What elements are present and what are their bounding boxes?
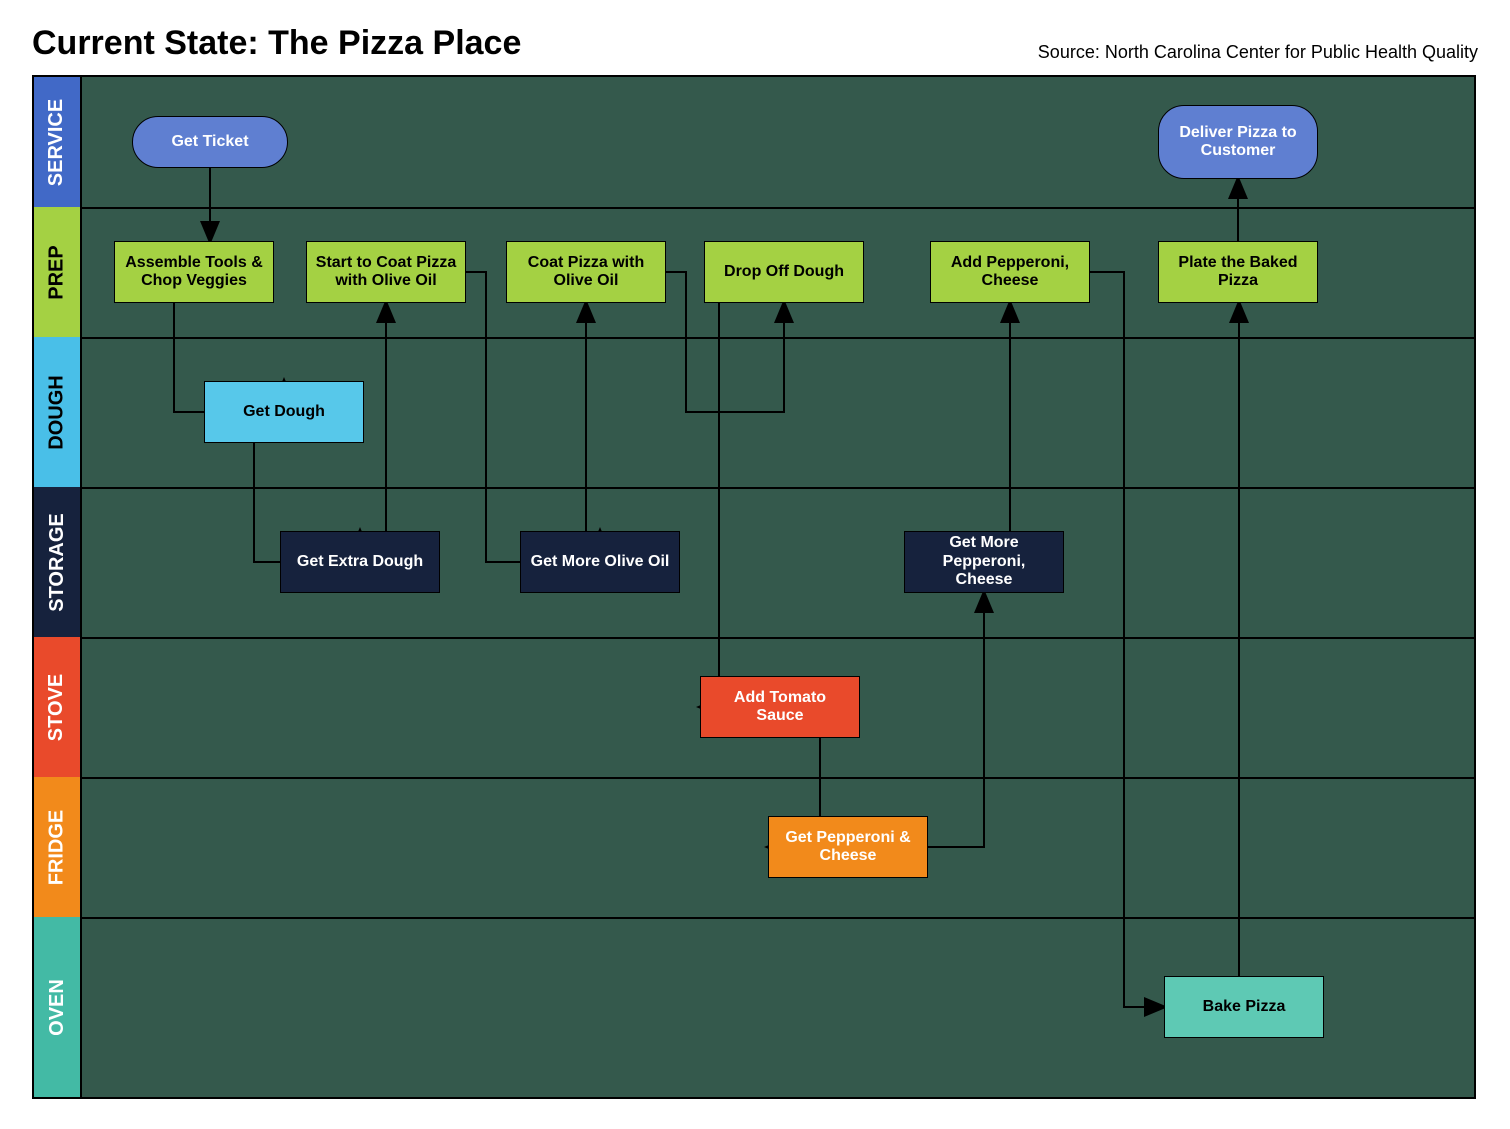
lane-label-service: SERVICE — [46, 98, 69, 185]
node-tomato: Add Tomato Sauce — [700, 676, 860, 738]
node-assemble: Assemble Tools & Chop Veggies — [114, 241, 274, 303]
lane-label-stove: STOVE — [46, 673, 69, 740]
node-coat: Coat Pizza with Olive Oil — [506, 241, 666, 303]
node-bake: Bake Pizza — [1164, 976, 1324, 1038]
node-plate: Plate the Baked Pizza — [1158, 241, 1318, 303]
node-get_ticket: Get Ticket — [132, 116, 288, 168]
node-get_pep: Get Pepperoni & Cheese — [768, 816, 928, 878]
swimlane-diagram: SERVICE PREP DOUGH STORAGE STOVE FRIDGE OVEN Ge… — [32, 75, 1476, 1099]
lane-label-storage: STORAGE — [46, 513, 69, 612]
lane-label-prep: PREP — [46, 245, 69, 299]
lane-label-oven: OVEN — [46, 979, 69, 1036]
node-extra_dough: Get Extra Dough — [280, 531, 440, 593]
lane-label-box-storage: STORAGE — [34, 487, 82, 637]
lane-label-box-fridge: FRIDGE — [34, 777, 82, 917]
source-label: Source: North Carolina Center for Public… — [1038, 42, 1478, 63]
lane-label-box-stove: STOVE — [34, 637, 82, 777]
lane-label-box-prep: PREP — [34, 207, 82, 337]
lane-label-fridge: FRIDGE — [46, 809, 69, 885]
lane-label-dough: DOUGH — [46, 375, 69, 449]
node-drop_dough: Drop Off Dough — [704, 241, 864, 303]
lane-fridge: FRIDGE — [34, 777, 1474, 919]
lane-label-box-oven: OVEN — [34, 917, 82, 1097]
lane-label-box-dough: DOUGH — [34, 337, 82, 487]
lane-storage: STORAGE — [34, 487, 1474, 639]
node-add_pep: Add Pepperoni, Cheese — [930, 241, 1090, 303]
lane-label-box-service: SERVICE — [34, 77, 82, 207]
node-more_oil: Get More Olive Oil — [520, 531, 680, 593]
page-title: Current State: The Pizza Place — [32, 24, 521, 63]
node-start_coat: Start to Coat Pizza with Olive Oil — [306, 241, 466, 303]
node-get_dough: Get Dough — [204, 381, 364, 443]
diagram-header: Current State: The Pizza Place Source: N… — [32, 24, 1478, 63]
node-deliver: Deliver Pizza to Customer — [1158, 105, 1318, 179]
node-more_pep: Get More Pepperoni, Cheese — [904, 531, 1064, 593]
